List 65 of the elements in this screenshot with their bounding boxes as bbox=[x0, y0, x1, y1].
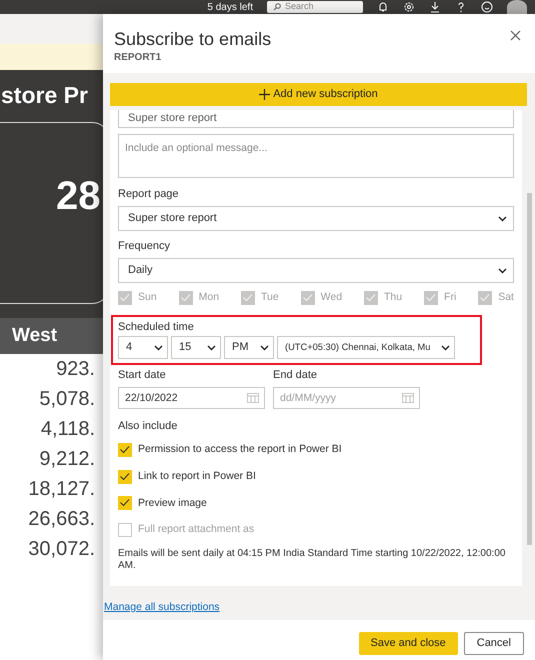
subject-field[interactable]: Super store report bbox=[118, 110, 514, 128]
close-icon[interactable] bbox=[510, 30, 521, 41]
table-cell-text: 923. bbox=[56, 357, 95, 382]
period-dropdown[interactable]: PM bbox=[224, 336, 274, 359]
calendar-icon[interactable] bbox=[402, 392, 414, 403]
option-label: Link to report in Power BI bbox=[138, 468, 256, 484]
chevron-icon bbox=[260, 344, 269, 350]
day-label: Wed bbox=[320, 290, 342, 306]
field-label: Scheduled time bbox=[118, 321, 195, 334]
dropdown[interactable]: Daily bbox=[118, 258, 514, 283]
bell-icon[interactable] bbox=[377, 1, 389, 13]
table-cell-text: 5,078. bbox=[39, 387, 95, 412]
chevron-icon bbox=[154, 344, 163, 350]
message-field[interactable]: Include an optional message... bbox=[118, 134, 514, 178]
date-field[interactable]: dd/MM/yyyy bbox=[273, 387, 420, 409]
table-cell-text: 30,072. bbox=[28, 537, 95, 562]
column-header: West bbox=[12, 324, 58, 348]
section-label: Also include bbox=[118, 420, 178, 433]
chevron-icon bbox=[441, 344, 450, 350]
field-label: End date bbox=[273, 369, 318, 382]
checkbox[interactable] bbox=[118, 470, 132, 484]
report-name: REPORT1 bbox=[114, 51, 162, 65]
day-label: Sun bbox=[138, 290, 157, 306]
checkbox[interactable] bbox=[118, 496, 132, 510]
scrollbar[interactable] bbox=[527, 193, 532, 545]
schedule-summary: Emails will be sent daily at 04:15 PM India Standard Time starting 10/22/2022, 12:00:00 AM. bbox=[118, 548, 506, 571]
settings-icon[interactable] bbox=[403, 1, 415, 13]
hour-dropdown[interactable]: 4 bbox=[118, 336, 168, 359]
field-label: Start date bbox=[118, 369, 167, 382]
timezone-dropdown[interactable]: (UTC+05:30) Chennai, Kolkata, Mu bbox=[277, 336, 455, 359]
panel-title: Subscribe to emails bbox=[114, 28, 272, 50]
save-button[interactable]: Save and close bbox=[358, 632, 458, 654]
search-icon bbox=[273, 3, 281, 11]
day-label: Fri bbox=[444, 290, 456, 306]
date-field[interactable]: 22/10/2022 bbox=[118, 387, 265, 409]
chevron-icon bbox=[498, 216, 507, 222]
chevron-icon bbox=[207, 344, 216, 350]
option-label: Permission to access the report in Power BI bbox=[138, 442, 342, 457]
table-cell-text: 4,118. bbox=[40, 417, 95, 442]
plus-icon bbox=[259, 89, 270, 100]
manage-subscriptions-link[interactable]: Manage all subscriptions bbox=[104, 600, 220, 616]
minute-dropdown[interactable]: 15 bbox=[171, 336, 221, 359]
chevron-icon bbox=[498, 268, 507, 274]
smiley-icon[interactable] bbox=[481, 1, 493, 13]
kpi-value: 28 bbox=[56, 173, 100, 220]
day-label: Thu bbox=[384, 290, 402, 306]
report-title: store Pr bbox=[1, 81, 89, 110]
day-label: Tue bbox=[261, 290, 279, 306]
option-label: Full report attachment as bbox=[138, 522, 254, 538]
download-icon[interactable] bbox=[429, 1, 441, 13]
table-cell-text: 18,127. bbox=[28, 477, 95, 502]
option-label: Preview image bbox=[138, 496, 207, 510]
cancel-button[interactable]: Cancel bbox=[464, 632, 524, 654]
day-label: Mon bbox=[198, 290, 220, 306]
avatar-icon[interactable] bbox=[507, 0, 527, 14]
trial-label: 5 days left bbox=[207, 0, 253, 14]
field-label: Report page bbox=[118, 188, 180, 201]
field-label: Frequency bbox=[118, 240, 171, 253]
calendar-icon[interactable] bbox=[247, 392, 259, 403]
table-cell-text: 9,212. bbox=[39, 447, 95, 472]
table-cell-text: 26,663. bbox=[28, 507, 95, 532]
checkbox[interactable] bbox=[118, 442, 132, 457]
dropdown[interactable]: Super store report bbox=[118, 206, 514, 231]
day-label: Sat bbox=[498, 290, 514, 306]
add-subscription-button[interactable]: Add new subscription bbox=[110, 83, 527, 106]
